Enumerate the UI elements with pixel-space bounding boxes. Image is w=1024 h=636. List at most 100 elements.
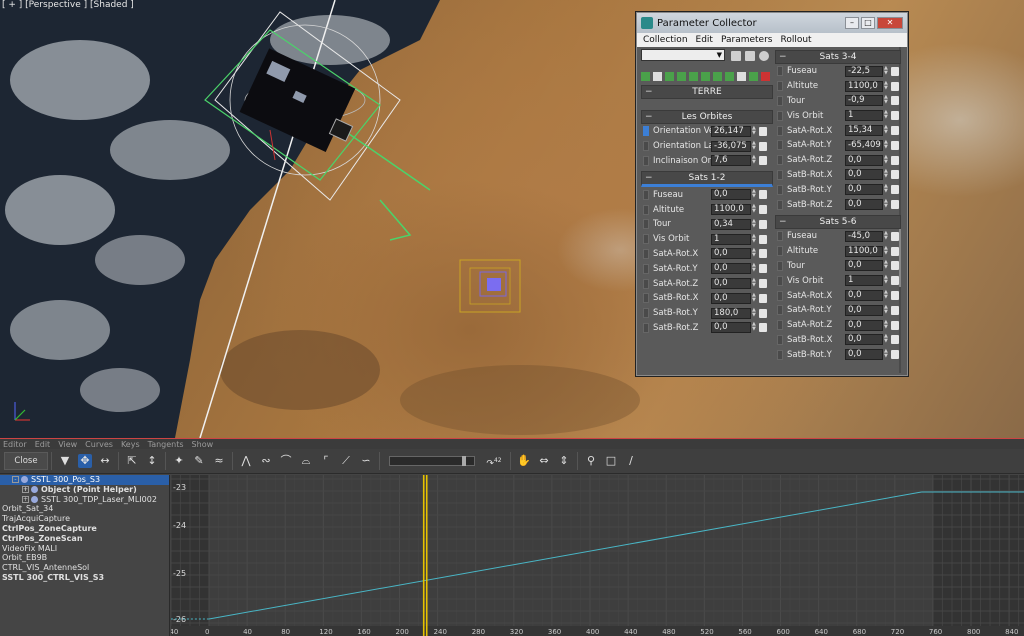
key-lock-icon[interactable]: [759, 279, 767, 289]
key-lock-icon[interactable]: [891, 231, 899, 241]
param-spinner[interactable]: -0,9: [845, 95, 883, 107]
window-titlebar[interactable]: Parameter Collector – □ ✕: [637, 13, 907, 33]
frame-horizontal-icon[interactable]: ⇔: [537, 454, 551, 468]
spinner-arrows-icon[interactable]: ▲ ▼: [884, 184, 889, 195]
soft-selection-slider[interactable]: [389, 456, 475, 466]
param-spinner[interactable]: 180,0: [711, 307, 751, 319]
pan-hand-icon[interactable]: ✋: [517, 454, 531, 468]
param-checkbox[interactable]: [777, 81, 783, 92]
param-spinner[interactable]: 0,0: [711, 278, 751, 290]
viewport-label[interactable]: [ + ] [Perspective ] [Shaded ]: [2, 0, 134, 10]
move-down-icon[interactable]: [689, 72, 698, 81]
param-spinner[interactable]: -36,075: [711, 140, 751, 152]
rollout-header[interactable]: − Sats 1-2: [641, 171, 773, 188]
move-bottom-icon[interactable]: [713, 72, 722, 81]
tree-node[interactable]: TrajAcquiCapture: [0, 514, 169, 524]
menu-edit-ce[interactable]: Edit: [35, 440, 51, 449]
key-lock-icon[interactable]: [759, 264, 767, 274]
spinner-arrows-icon[interactable]: ▲ ▼: [752, 292, 757, 304]
menu-tangents[interactable]: Tangents: [148, 440, 184, 449]
frame-values-icon[interactable]: ⇕: [557, 454, 571, 468]
draw-curves-icon[interactable]: ✎: [192, 454, 206, 468]
key-lock-icon[interactable]: [891, 335, 899, 345]
param-spinner[interactable]: 0,0: [845, 199, 883, 211]
key-lock-icon[interactable]: [891, 140, 899, 150]
spinner-arrows-icon[interactable]: ▲ ▼: [752, 248, 757, 259]
param-spinner[interactable]: 1: [845, 110, 883, 122]
tree-node[interactable]: Orbit_EB9B: [0, 553, 169, 563]
param-spinner[interactable]: 0,0: [845, 169, 883, 181]
param-checkbox[interactable]: [777, 231, 783, 242]
tangent-fast-icon[interactable]: ⌒: [279, 454, 293, 468]
scale-values-icon[interactable]: ↕: [145, 454, 159, 468]
menu-rollout[interactable]: Rollout: [780, 35, 811, 45]
tree-node[interactable]: Orbit_Sat_34: [0, 504, 169, 514]
param-checkbox[interactable]: [777, 66, 783, 77]
param-spinner[interactable]: -22,5: [845, 65, 883, 77]
tangent-custom-icon[interactable]: ∾: [259, 454, 273, 468]
spinner-arrows-icon[interactable]: ▲ ▼: [752, 204, 757, 215]
tree-node[interactable]: + SSTL 300_TDP_Laser_MLI002: [0, 495, 169, 505]
spinner-arrows-icon[interactable]: ▲ ▼: [884, 334, 889, 345]
param-spinner[interactable]: 1100,0: [711, 204, 751, 216]
rollout-header[interactable]: − Les Orbites: [641, 110, 773, 124]
key-lock-icon[interactable]: [759, 308, 767, 318]
move-up-icon[interactable]: [701, 72, 710, 81]
key-lock-icon[interactable]: [891, 170, 899, 180]
controller-tree[interactable]: - SSTL 300_Pos_S3 + Object (Point Helper) + S…: [0, 475, 170, 636]
spinner-arrows-icon[interactable]: ▲ ▼: [752, 278, 757, 289]
key-lock-icon[interactable]: [759, 234, 767, 244]
expand-icon[interactable]: +: [22, 485, 29, 493]
zoom-region-icon[interactable]: □: [604, 454, 618, 468]
spinner-arrows-icon[interactable]: ▲ ▼: [884, 349, 889, 360]
menu-keys[interactable]: Keys: [121, 440, 140, 449]
param-checkbox[interactable]: [643, 293, 649, 304]
remove-icon[interactable]: [761, 72, 770, 81]
spinner-arrows-icon[interactable]: ▲ ▼: [884, 125, 889, 136]
key-lock-icon[interactable]: [891, 81, 899, 91]
key-lock-icon[interactable]: [759, 190, 767, 200]
key-lock-icon[interactable]: [891, 305, 899, 315]
tree-node[interactable]: SSTL 300_CTRL_VIS_S3: [0, 573, 169, 583]
spinner-arrows-icon[interactable]: ▲ ▼: [884, 154, 889, 166]
spinner-arrows-icon[interactable]: ▲ ▼: [884, 199, 889, 210]
collapse-icon[interactable]: −: [645, 172, 653, 184]
key-lock-icon[interactable]: [759, 141, 767, 151]
zoom-value-icon[interactable]: ↷42: [484, 454, 504, 469]
param-spinner[interactable]: 1: [711, 233, 751, 245]
parameter-collector-window[interactable]: Parameter Collector – □ ✕ Collection Edi…: [636, 12, 908, 376]
key-icon[interactable]: [749, 72, 758, 81]
key-lock-icon[interactable]: [759, 323, 767, 333]
spinner-arrows-icon[interactable]: ▲ ▼: [884, 65, 889, 77]
filter-icon[interactable]: ▼: [58, 454, 72, 468]
param-spinner[interactable]: 0,0: [711, 292, 751, 304]
key-lock-icon[interactable]: [759, 126, 767, 136]
spinner-arrows-icon[interactable]: ▲ ▼: [884, 169, 889, 180]
tangent-linear-icon[interactable]: ⟋: [339, 454, 353, 468]
rollout-header[interactable]: − Sats 5-6: [775, 214, 901, 229]
slide-keys-icon[interactable]: ↔: [98, 454, 112, 468]
spinner-arrows-icon[interactable]: ▲ ▼: [884, 230, 889, 242]
param-spinner[interactable]: 15,34: [845, 125, 883, 137]
isolate-icon[interactable]: [653, 72, 662, 81]
close-icon[interactable]: ✕: [877, 17, 903, 29]
maximize-icon[interactable]: □: [861, 17, 875, 29]
tangent-auto-icon[interactable]: ⋀: [239, 454, 253, 468]
spinner-arrows-icon[interactable]: ▲ ▼: [884, 245, 889, 257]
param-checkbox[interactable]: [777, 184, 783, 195]
param-checkbox[interactable]: [777, 110, 783, 121]
tree-node[interactable]: VideoFix MALI: [0, 544, 169, 554]
move-keys-icon[interactable]: ✥: [78, 454, 92, 468]
param-checkbox[interactable]: [777, 275, 783, 286]
param-checkbox[interactable]: [777, 320, 783, 331]
spinner-arrows-icon[interactable]: ▲ ▼: [884, 80, 889, 92]
curve-graph-svg[interactable]: -23-24-25-26-400408012016020024028032036…: [171, 475, 1024, 636]
edit-rollout-icon[interactable]: [677, 72, 686, 81]
param-checkbox[interactable]: [643, 278, 649, 289]
isolate-curve-icon[interactable]: ∕: [624, 454, 638, 468]
param-checkbox[interactable]: [777, 349, 783, 360]
param-checkbox[interactable]: [643, 155, 649, 166]
collapse-icon[interactable]: −: [779, 216, 787, 228]
param-spinner[interactable]: 0,0: [845, 290, 883, 302]
zoom-icon[interactable]: ⚲: [584, 454, 598, 468]
